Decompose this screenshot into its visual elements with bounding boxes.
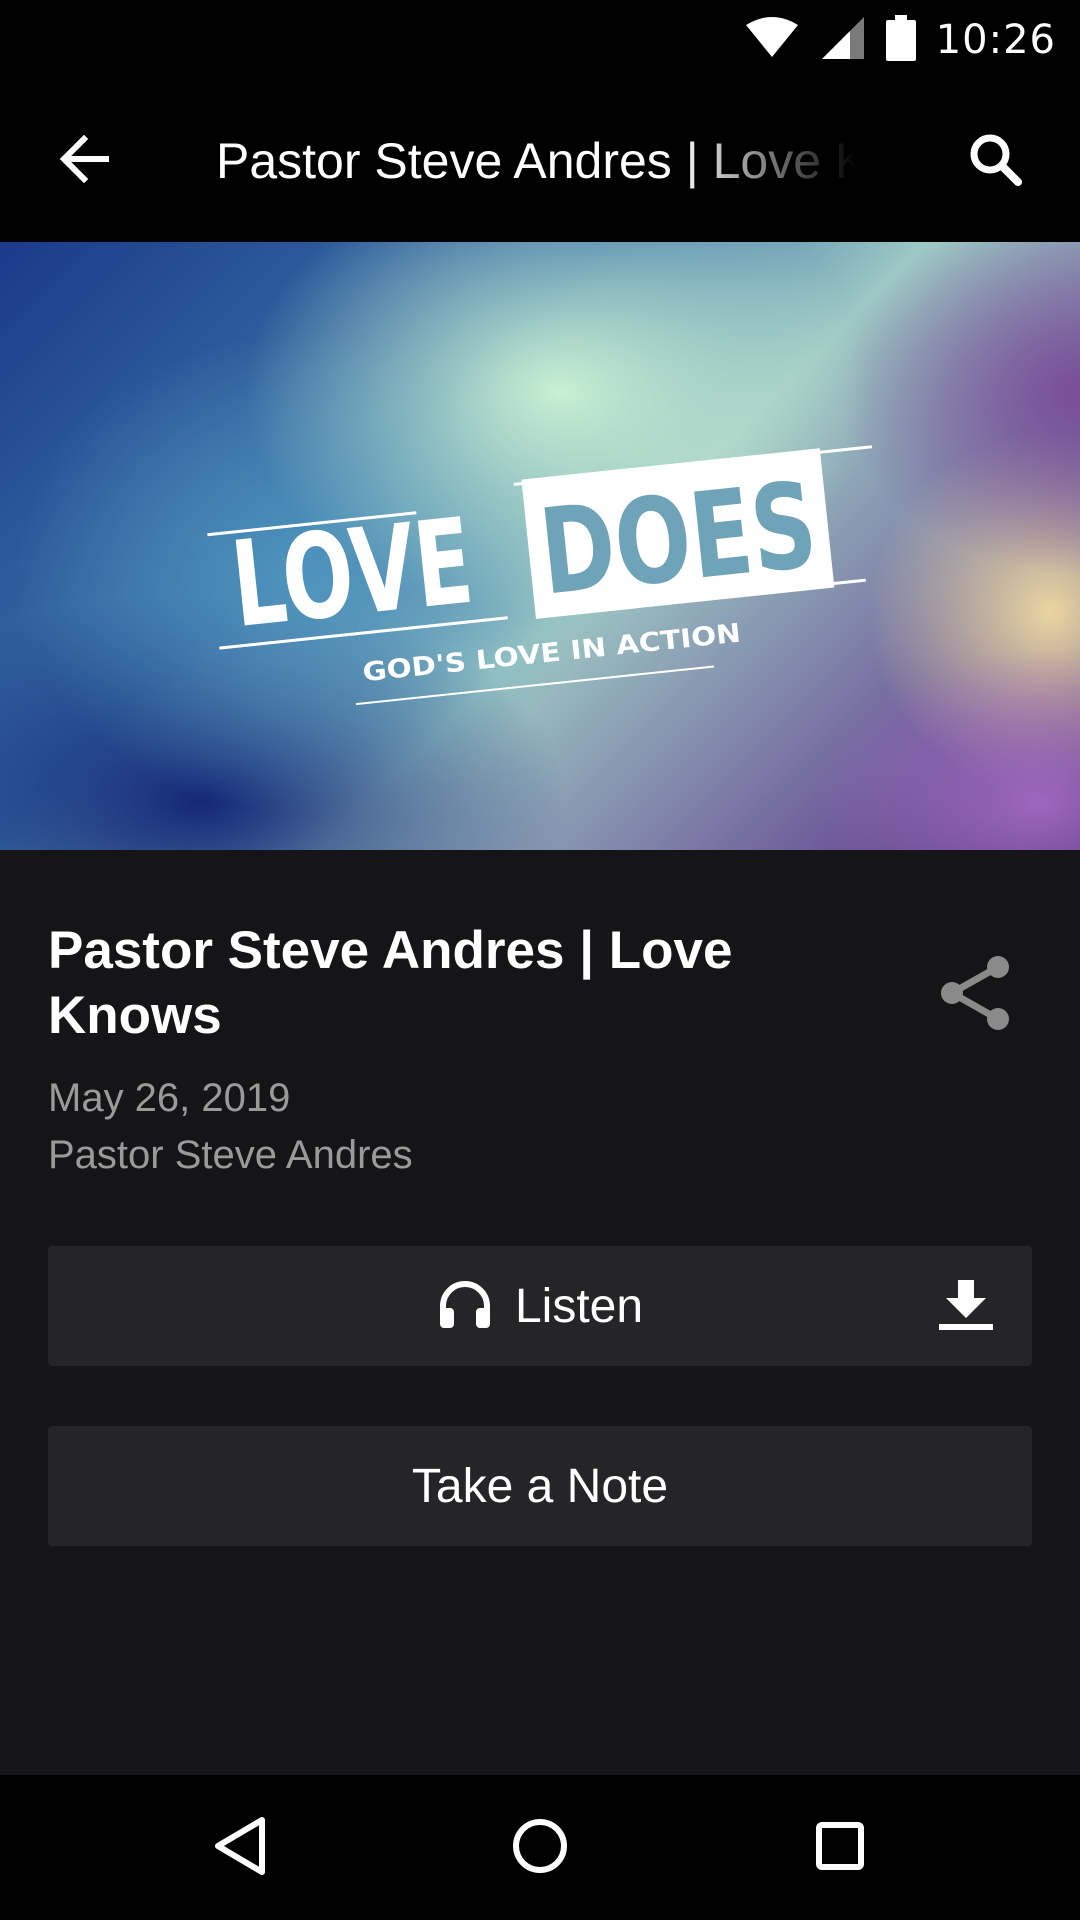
listen-button-content: Listen — [48, 1246, 1032, 1366]
battery-icon — [885, 14, 916, 66]
app-bar-title-wrap: Pastor Steve Andres | Love Knows — [216, 121, 856, 201]
headphones-icon — [437, 1278, 493, 1335]
system-nav-bar — [0, 1775, 1080, 1920]
search-icon — [968, 132, 1022, 191]
sermon-speaker: Pastor Steve Andres — [48, 1133, 413, 1177]
listen-button[interactable]: Listen — [48, 1246, 1032, 1366]
nav-back-button[interactable] — [180, 1800, 300, 1896]
nav-recents-button[interactable] — [780, 1800, 900, 1896]
take-note-label: Take a Note — [411, 1459, 669, 1513]
nav-home-icon — [512, 1818, 568, 1879]
love-does-logo: LOVE DOES GOD'S LOVE IN ACTION — [207, 445, 873, 706]
status-time: 10:26 — [935, 17, 1056, 63]
sermon-details: Pastor Steve Andres | Love Knows May 26,… — [0, 850, 1080, 1775]
listen-label: Listen — [514, 1279, 644, 1333]
nav-back-icon — [212, 1816, 268, 1881]
status-icons: 10:26 — [744, 10, 1056, 70]
hero-word-does: DOES — [534, 455, 823, 621]
share-button[interactable] — [930, 950, 1020, 1040]
hero-word-love: LOVE — [226, 492, 479, 654]
take-note-button[interactable]: Take a Note — [48, 1426, 1032, 1546]
app-bar-title: Pastor Steve Andres | Love Knows — [216, 133, 856, 189]
back-button[interactable] — [40, 121, 128, 201]
sermon-title: Pastor Steve Andres | Love Knows — [48, 921, 733, 1045]
nav-recents-icon — [815, 1821, 865, 1876]
nav-home-button[interactable] — [480, 1800, 600, 1896]
download-icon — [937, 1278, 995, 1335]
sermon-date: May 26, 2019 — [48, 1076, 291, 1120]
sermon-artwork: LOVE DOES GOD'S LOVE IN ACTION — [0, 242, 1080, 850]
search-button[interactable] — [950, 121, 1040, 201]
arrow-back-icon — [58, 134, 110, 188]
cell-signal-icon — [820, 15, 866, 66]
wifi-icon — [744, 16, 800, 64]
status-bar: 10:26 — [0, 0, 1080, 80]
share-icon — [938, 955, 1012, 1036]
download-button[interactable] — [934, 1274, 998, 1338]
app-bar: Pastor Steve Andres | Love Knows — [0, 80, 1080, 242]
